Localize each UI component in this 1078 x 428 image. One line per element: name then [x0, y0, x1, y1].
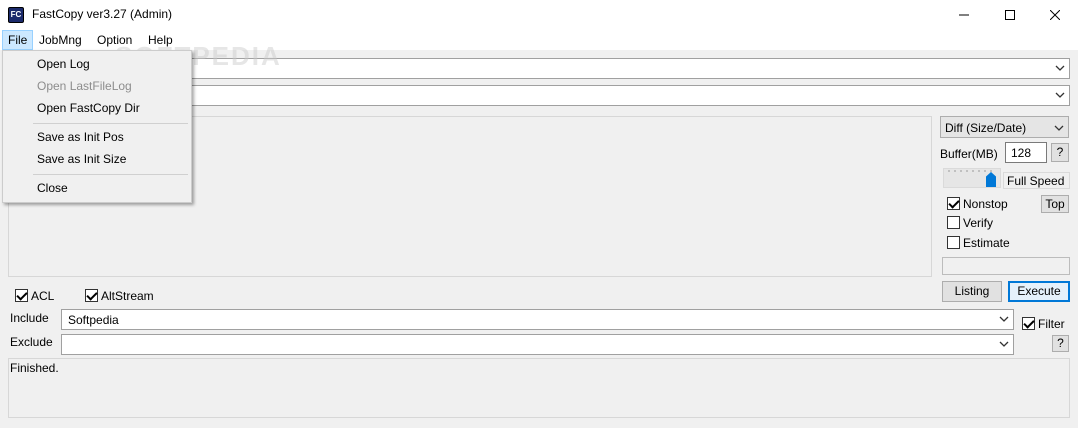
source-combo[interactable] — [150, 58, 1070, 79]
progress-box — [942, 257, 1070, 275]
buffer-label: Buffer(MB) — [940, 147, 998, 161]
menu-jobmng[interactable]: JobMng — [34, 30, 87, 50]
verify-checkbox[interactable] — [947, 216, 960, 229]
verify-label: Verify — [963, 216, 994, 230]
buffer-help-button[interactable]: ? — [1051, 143, 1069, 162]
buffer-input[interactable]: 128 — [1005, 142, 1047, 163]
menu-open-fastcopy-dir[interactable]: Open FastCopy Dir — [37, 101, 140, 115]
status-text: Finished. — [10, 361, 59, 375]
chevron-down-icon — [1055, 92, 1065, 98]
close-icon — [1050, 10, 1060, 20]
estimate-label: Estimate — [963, 236, 1010, 250]
filter-label: Filter — [1038, 317, 1065, 331]
include-value: Softpedia — [68, 313, 119, 327]
mode-select-value: Diff (Size/Date) — [945, 121, 1027, 135]
close-button[interactable] — [1032, 0, 1078, 30]
listing-button[interactable]: Listing — [942, 281, 1002, 302]
minimize-icon — [959, 14, 969, 16]
nonstop-checkbox[interactable] — [947, 197, 960, 210]
maximize-icon — [1005, 10, 1015, 20]
filter-help-button[interactable]: ? — [1052, 335, 1069, 352]
menu-save-init-pos[interactable]: Save as Init Pos — [37, 130, 124, 144]
exclude-label: Exclude — [10, 335, 53, 349]
status-panel: Finished. — [8, 358, 1070, 418]
menu-separator — [33, 174, 188, 175]
menu-open-lastfilelog: Open LastFileLog — [37, 79, 132, 93]
app-icon: FC — [8, 7, 24, 23]
chevron-down-icon — [1054, 125, 1064, 131]
exclude-combo[interactable] — [61, 334, 1014, 355]
acl-checkbox[interactable] — [15, 289, 28, 302]
mode-select[interactable]: Diff (Size/Date) — [940, 116, 1069, 138]
menu-file[interactable]: File — [2, 30, 34, 50]
minimize-button[interactable] — [941, 0, 987, 30]
menu-open-log[interactable]: Open Log — [37, 57, 90, 71]
nonstop-label: Nonstop — [963, 197, 1008, 211]
file-dropdown-menu: Open Log Open LastFileLog Open FastCopy … — [2, 50, 192, 203]
chevron-down-icon — [999, 316, 1009, 322]
altstream-label: AltStream — [101, 289, 154, 303]
chevron-down-icon — [999, 341, 1009, 347]
window-title: FastCopy ver3.27 (Admin) — [32, 7, 173, 21]
menu-save-init-size[interactable]: Save as Init Size — [37, 152, 126, 166]
include-combo[interactable]: Softpedia — [61, 309, 1014, 330]
speed-label: Full Speed — [1003, 172, 1070, 189]
top-button[interactable]: Top — [1041, 195, 1069, 213]
menu-separator — [33, 123, 188, 124]
speed-slider[interactable] — [943, 168, 1001, 188]
chevron-down-icon — [1055, 65, 1065, 71]
acl-label: ACL — [31, 289, 55, 303]
maximize-button[interactable] — [987, 0, 1033, 30]
menu-close[interactable]: Close — [37, 181, 68, 195]
execute-button[interactable]: Execute — [1008, 281, 1070, 302]
altstream-checkbox[interactable] — [85, 289, 98, 302]
filter-checkbox[interactable] — [1022, 317, 1035, 330]
destination-combo[interactable] — [150, 85, 1070, 106]
include-label: Include — [10, 311, 49, 325]
estimate-checkbox[interactable] — [947, 236, 960, 249]
